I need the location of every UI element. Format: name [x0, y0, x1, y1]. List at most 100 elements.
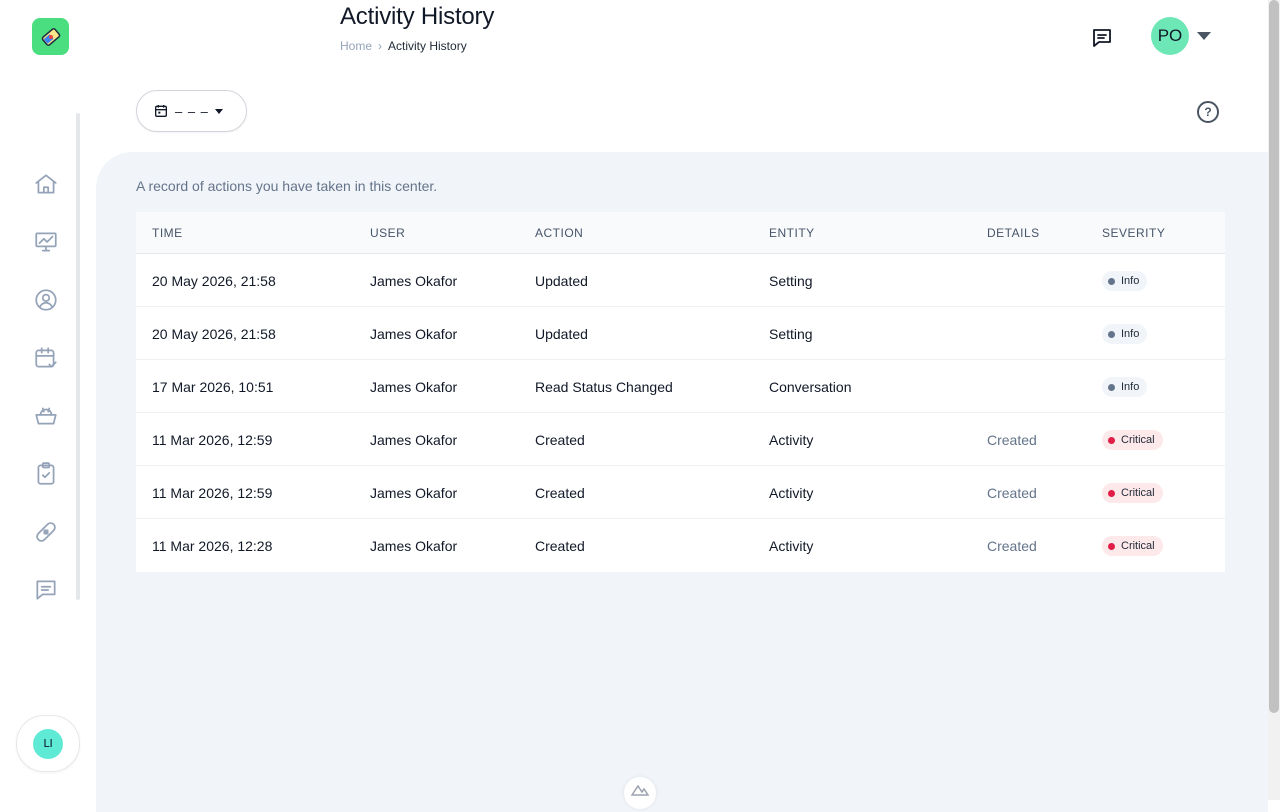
bandage-icon	[36, 522, 56, 542]
column-header-entity[interactable]: ENTITY	[769, 226, 815, 240]
help-icon[interactable]: ?	[1197, 101, 1219, 123]
sidebar-item-calendar[interactable]	[30, 342, 62, 374]
cell-time: 11 Mar 2026, 12:28	[152, 538, 273, 554]
cell-time: 11 Mar 2026, 12:59	[152, 432, 273, 448]
sidebar-user-avatar: LI	[33, 728, 63, 759]
page-scrollbar[interactable]	[1268, 0, 1280, 800]
cell-user: James Okafor	[370, 326, 458, 342]
cell-entity: Activity	[769, 485, 814, 501]
panel-description: A record of actions you have taken in th…	[136, 178, 438, 194]
sidebar-item-health[interactable]	[30, 516, 62, 548]
cell-entity: Activity	[769, 538, 814, 554]
calendar-icon	[155, 105, 167, 117]
table-header: TIME USER ACTION ENTITY DETAILS SEVERITY	[136, 212, 1225, 254]
sidebar-item-home[interactable]	[30, 168, 62, 200]
sidebar-item-messages[interactable]	[30, 574, 62, 606]
cell-user: James Okafor	[370, 485, 458, 501]
cell-user: James Okafor	[370, 432, 458, 448]
status-dot-icon	[1108, 277, 1115, 285]
chevron-right-icon: ›	[378, 39, 383, 53]
scrollbar-thumb[interactable]	[1269, 0, 1279, 713]
sidebar-scroll-rail	[76, 113, 80, 600]
cell-time: 20 May 2026, 21:58	[152, 326, 276, 342]
caret-down-icon	[1197, 32, 1211, 40]
severity-badge: Critical	[1102, 483, 1163, 503]
severity-label: Info	[1121, 381, 1140, 393]
sidebar-user-button[interactable]: LI	[16, 715, 80, 772]
cell-details: Created	[987, 485, 1037, 501]
cell-details: Created	[987, 432, 1037, 448]
app-logo[interactable]	[32, 18, 69, 55]
avatar: PO	[1151, 17, 1189, 55]
column-header-action[interactable]: ACTION	[535, 226, 583, 240]
caret-down-icon	[214, 108, 223, 114]
column-header-details[interactable]: DETAILS	[987, 226, 1040, 240]
status-dot-icon	[1108, 542, 1115, 550]
cell-user: James Okafor	[370, 379, 458, 395]
food-bowl-icon	[35, 407, 57, 425]
status-dot-icon	[1108, 489, 1115, 497]
severity-label: Critical	[1121, 487, 1155, 499]
clipboard-check-icon	[37, 462, 55, 485]
message-icon	[1093, 29, 1111, 47]
severity-label: Critical	[1121, 434, 1155, 446]
cell-time: 11 Mar 2026, 12:59	[152, 485, 273, 501]
severity-label: Info	[1121, 275, 1140, 287]
breadcrumb-current: Activity History	[388, 39, 467, 53]
cell-user: James Okafor	[370, 273, 458, 289]
sidebar-item-presentation[interactable]	[30, 226, 62, 258]
activity-panel: A record of actions you have taken in th…	[96, 152, 1268, 812]
cell-action: Created	[535, 538, 585, 554]
severity-badge: Info	[1102, 271, 1148, 291]
profile-menu-button[interactable]: PO	[1151, 17, 1211, 55]
breadcrumb-home-link[interactable]: Home	[340, 39, 372, 53]
cell-action: Read Status Changed	[535, 379, 673, 395]
sidebar-item-profile[interactable]	[30, 284, 62, 316]
cell-entity: Setting	[769, 326, 813, 342]
table-row[interactable]: 20 May 2026, 21:58 James Okafor Updated …	[136, 307, 1225, 360]
cell-entity: Conversation	[769, 379, 852, 395]
presentation-chart-icon	[35, 232, 57, 252]
severity-label: Critical	[1121, 540, 1155, 552]
cell-time: 20 May 2026, 21:58	[152, 273, 276, 289]
table-row[interactable]: 11 Mar 2026, 12:28 James Okafor Created …	[136, 519, 1225, 572]
user-circle-icon	[35, 289, 57, 311]
table-row[interactable]: 17 Mar 2026, 10:51 James Okafor Read Sta…	[136, 360, 1225, 413]
logo-icon	[41, 27, 60, 46]
cell-action: Created	[535, 485, 585, 501]
cell-entity: Setting	[769, 273, 813, 289]
date-filter-dropdown[interactable]: – – –	[136, 90, 247, 132]
status-dot-icon	[1108, 330, 1115, 338]
cell-details: Created	[987, 538, 1037, 554]
messages-button[interactable]	[1088, 24, 1116, 52]
table-row[interactable]: 11 Mar 2026, 12:59 James Okafor Created …	[136, 413, 1225, 466]
column-header-severity[interactable]: SEVERITY	[1102, 226, 1165, 240]
cell-user: James Okafor	[370, 538, 458, 554]
cell-action: Updated	[535, 326, 588, 342]
cell-action: Created	[535, 432, 585, 448]
column-header-user[interactable]: USER	[370, 226, 405, 240]
severity-badge: Info	[1102, 377, 1148, 397]
page-title: Activity History	[340, 3, 495, 30]
column-header-time[interactable]: TIME	[152, 226, 183, 240]
cell-time: 17 Mar 2026, 10:51	[152, 379, 274, 395]
severity-badge: Critical	[1102, 536, 1163, 556]
cell-entity: Activity	[769, 432, 814, 448]
sidebar-item-tasks[interactable]	[30, 458, 62, 490]
severity-badge: Info	[1102, 324, 1148, 344]
devtools-toggle-button[interactable]	[624, 777, 656, 809]
activity-table: TIME USER ACTION ENTITY DETAILS SEVERITY…	[136, 212, 1225, 572]
table-row[interactable]: 11 Mar 2026, 12:59 James Okafor Created …	[136, 466, 1225, 519]
sidebar-item-meals[interactable]	[30, 400, 62, 432]
status-dot-icon	[1108, 383, 1115, 391]
cell-action: Updated	[535, 273, 588, 289]
status-dot-icon	[1108, 436, 1115, 444]
breadcrumb: Home › Activity History	[340, 39, 467, 53]
severity-label: Info	[1121, 328, 1140, 340]
severity-badge: Critical	[1102, 430, 1163, 450]
calendar-check-icon	[35, 347, 57, 368]
home-icon	[35, 174, 57, 194]
date-filter-value: – – –	[175, 103, 209, 119]
table-row[interactable]: 20 May 2026, 21:58 James Okafor Updated …	[136, 254, 1225, 307]
message-icon	[36, 580, 56, 600]
